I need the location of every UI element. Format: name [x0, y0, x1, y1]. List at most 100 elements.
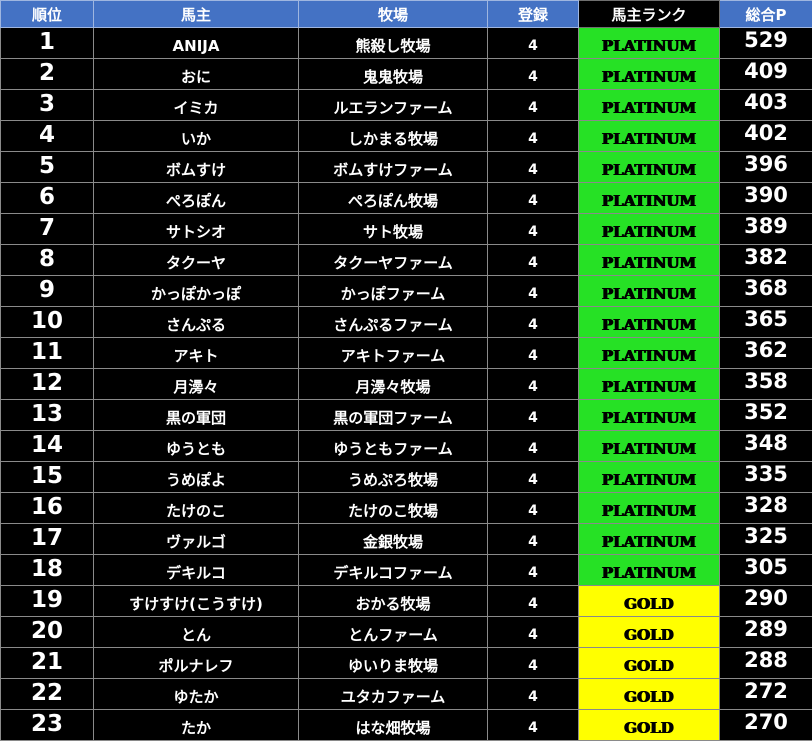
ranch-cell: ボムすけファーム [298, 151, 488, 183]
grade-badge: PLATINUM [578, 430, 720, 462]
grade-badge: PLATINUM [578, 151, 720, 183]
grade-badge: PLATINUM [578, 89, 720, 121]
column-header-grade: 馬主ランク [578, 0, 720, 28]
rank-cell: 3 [0, 89, 94, 121]
registered-cell: 4 [487, 492, 579, 524]
grade-badge: PLATINUM [578, 120, 720, 152]
header-row: 順位 馬主 牧場 登録 馬主ランク 総合P [0, 0, 812, 28]
ranch-cell: ゆいりま牧場 [298, 647, 488, 679]
owner-cell: かっぽかっぽ [93, 275, 299, 307]
table-row: 5 ボムすけ ボムすけファーム 4 PLATINUM 396 [0, 151, 812, 183]
column-header-owner: 馬主 [93, 0, 299, 28]
registered-cell: 4 [487, 120, 579, 152]
ranch-cell: はな畑牧場 [298, 709, 488, 741]
points-cell: 403 [719, 89, 812, 121]
points-cell: 362 [719, 337, 812, 369]
grade-badge: PLATINUM [578, 58, 720, 90]
table-row: 4 いか しかまる牧場 4 PLATINUM 402 [0, 120, 812, 152]
table-row: 20 とん とんファーム 4 GOLD 289 [0, 616, 812, 648]
registered-cell: 4 [487, 647, 579, 679]
ranch-cell: 熊殺し牧場 [298, 27, 488, 59]
grade-badge: GOLD [578, 585, 720, 617]
points-cell: 305 [719, 554, 812, 586]
rank-cell: 23 [0, 709, 94, 741]
points-cell: 382 [719, 244, 812, 276]
registered-cell: 4 [487, 461, 579, 493]
registered-cell: 4 [487, 27, 579, 59]
ranch-cell: ユタカファーム [298, 678, 488, 710]
points-cell: 335 [719, 461, 812, 493]
owner-cell: ヴァルゴ [93, 523, 299, 555]
table-row: 1 ANIJA 熊殺し牧場 4 PLATINUM 529 [0, 27, 812, 59]
rank-cell: 2 [0, 58, 94, 90]
rank-cell: 17 [0, 523, 94, 555]
owner-cell: おに [93, 58, 299, 90]
table-row: 12 月澷々 月澷々牧場 4 PLATINUM 358 [0, 368, 812, 400]
owner-cell: デキルコ [93, 554, 299, 586]
ranch-cell: デキルコファーム [298, 554, 488, 586]
grade-badge: GOLD [578, 678, 720, 710]
ranch-cell: しかまる牧場 [298, 120, 488, 152]
column-header-registered: 登録 [487, 0, 579, 28]
registered-cell: 4 [487, 89, 579, 121]
owner-cell: アキト [93, 337, 299, 369]
ranch-cell: たけのこ牧場 [298, 492, 488, 524]
registered-cell: 4 [487, 616, 579, 648]
table-row: 7 サトシオ サト牧場 4 PLATINUM 389 [0, 213, 812, 245]
owner-cell: うめぽよ [93, 461, 299, 493]
table-row: 3 イミカ ルエランファーム 4 PLATINUM 403 [0, 89, 812, 121]
points-cell: 289 [719, 616, 812, 648]
owner-cell: 黒の軍団 [93, 399, 299, 431]
points-cell: 328 [719, 492, 812, 524]
grade-badge: GOLD [578, 616, 720, 648]
owner-cell: 月澷々 [93, 368, 299, 400]
table-row: 17 ヴァルゴ 金銀牧場 4 PLATINUM 325 [0, 523, 812, 555]
rank-cell: 5 [0, 151, 94, 183]
owner-cell: ゆたか [93, 678, 299, 710]
rank-cell: 10 [0, 306, 94, 338]
points-cell: 409 [719, 58, 812, 90]
ranch-cell: さんぷるファーム [298, 306, 488, 338]
points-cell: 272 [719, 678, 812, 710]
registered-cell: 4 [487, 399, 579, 431]
grade-badge: PLATINUM [578, 182, 720, 214]
registered-cell: 4 [487, 709, 579, 741]
ranch-cell: 金銀牧場 [298, 523, 488, 555]
points-cell: 402 [719, 120, 812, 152]
table-row: 11 アキト アキトファーム 4 PLATINUM 362 [0, 337, 812, 369]
rank-cell: 13 [0, 399, 94, 431]
points-cell: 288 [719, 647, 812, 679]
registered-cell: 4 [487, 368, 579, 400]
points-cell: 358 [719, 368, 812, 400]
owner-cell: たか [93, 709, 299, 741]
grade-badge: PLATINUM [578, 368, 720, 400]
rank-cell: 22 [0, 678, 94, 710]
table-row: 13 黒の軍団 黒の軍団ファーム 4 PLATINUM 352 [0, 399, 812, 431]
grade-badge: PLATINUM [578, 399, 720, 431]
rank-cell: 16 [0, 492, 94, 524]
grade-badge: PLATINUM [578, 275, 720, 307]
column-header-points: 総合P [719, 0, 812, 28]
table-body: 1 ANIJA 熊殺し牧場 4 PLATINUM 529 2 おに 鬼鬼牧場 4 PLATINUM 4… [0, 27, 812, 741]
rank-cell: 9 [0, 275, 94, 307]
grade-badge: PLATINUM [578, 306, 720, 338]
points-cell: 368 [719, 275, 812, 307]
points-cell: 529 [719, 27, 812, 59]
grade-badge: PLATINUM [578, 523, 720, 555]
rank-cell: 6 [0, 182, 94, 214]
points-cell: 348 [719, 430, 812, 462]
rank-cell: 18 [0, 554, 94, 586]
rank-cell: 15 [0, 461, 94, 493]
column-header-ranch: 牧場 [298, 0, 488, 28]
points-cell: 290 [719, 585, 812, 617]
grade-badge: PLATINUM [578, 461, 720, 493]
points-cell: 396 [719, 151, 812, 183]
registered-cell: 4 [487, 337, 579, 369]
grade-badge: GOLD [578, 647, 720, 679]
rank-cell: 21 [0, 647, 94, 679]
table-row: 2 おに 鬼鬼牧場 4 PLATINUM 409 [0, 58, 812, 90]
points-cell: 365 [719, 306, 812, 338]
ranch-cell: 月澷々牧場 [298, 368, 488, 400]
points-cell: 325 [719, 523, 812, 555]
rank-cell: 4 [0, 120, 94, 152]
